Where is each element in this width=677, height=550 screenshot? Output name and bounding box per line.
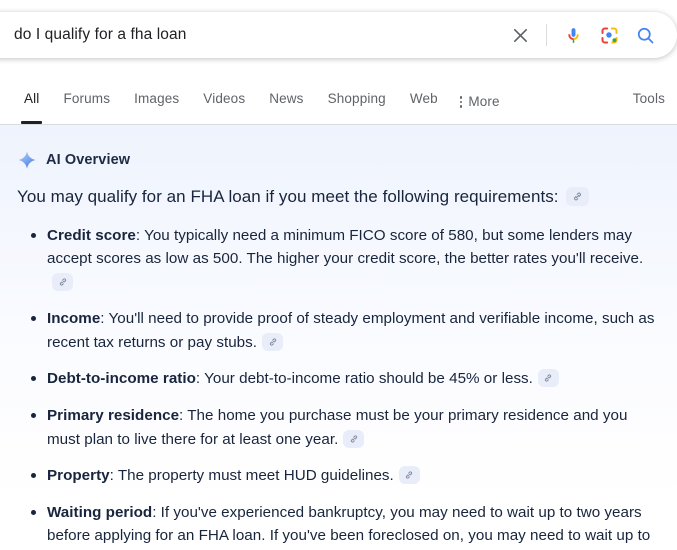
kebab-menu-icon bbox=[459, 96, 463, 108]
list-item: Credit score: You typically need a minim… bbox=[31, 224, 661, 295]
tab-shopping[interactable]: Shopping bbox=[316, 80, 398, 124]
tab-all[interactable]: All bbox=[12, 80, 51, 124]
source-link-chip[interactable] bbox=[343, 429, 365, 448]
tab-forums[interactable]: Forums bbox=[51, 80, 122, 124]
google-lens-icon[interactable] bbox=[591, 17, 627, 53]
list-item-term: Income bbox=[47, 310, 101, 328]
source-link-chip[interactable] bbox=[537, 369, 559, 388]
ai-overview-heading-text: You may qualify for an FHA loan if you m… bbox=[17, 187, 559, 206]
list-item-term: Waiting period bbox=[47, 503, 153, 521]
search-bar-container bbox=[0, 12, 677, 58]
search-bar-divider bbox=[546, 24, 547, 46]
tab-images[interactable]: Images bbox=[122, 80, 191, 124]
list-item-term: Primary residence bbox=[47, 407, 180, 425]
tools-button[interactable]: Tools bbox=[633, 80, 677, 124]
source-link-chip[interactable] bbox=[565, 187, 589, 207]
ai-overview-title: AI Overview bbox=[46, 152, 131, 168]
ai-overview-requirements-list: Credit score: You typically need a minim… bbox=[0, 224, 677, 550]
list-item: Debt-to-income ratio: Your debt-to-incom… bbox=[31, 367, 661, 391]
list-item-text: : The property must meet HUD guidelines. bbox=[109, 467, 394, 485]
list-item: Primary residence: The home you purchase… bbox=[31, 404, 661, 451]
list-item-term: Credit score bbox=[47, 226, 136, 244]
ai-overview-heading: You may qualify for an FHA loan if you m… bbox=[0, 185, 677, 210]
search-bar[interactable] bbox=[0, 12, 677, 58]
microphone-icon[interactable] bbox=[555, 17, 591, 53]
search-filter-tabs: All Forums Images Videos News Shopping W… bbox=[0, 80, 677, 125]
list-item-text: : You'll need to provide proof of steady… bbox=[47, 310, 655, 351]
list-item-text: : Your debt-to-income ratio should be 45… bbox=[195, 370, 533, 388]
tab-web[interactable]: Web bbox=[398, 80, 450, 124]
list-item-term: Property bbox=[47, 467, 110, 485]
tabs-list: All Forums Images Videos News Shopping W… bbox=[0, 80, 512, 124]
ai-overview-header: AI Overview bbox=[0, 125, 677, 169]
search-submit-icon[interactable] bbox=[627, 17, 663, 53]
list-item: Income: You'll need to provide proof of … bbox=[31, 307, 661, 354]
sparkle-icon bbox=[18, 151, 36, 169]
search-bar-actions bbox=[502, 17, 663, 53]
more-filters-label: More bbox=[468, 94, 500, 109]
clear-search-icon[interactable] bbox=[502, 17, 538, 53]
source-link-chip[interactable] bbox=[398, 466, 420, 485]
tab-videos[interactable]: Videos bbox=[191, 80, 257, 124]
source-link-chip[interactable] bbox=[52, 272, 73, 291]
search-input[interactable] bbox=[14, 12, 502, 58]
google-search-results-page: All Forums Images Videos News Shopping W… bbox=[0, 0, 677, 550]
tab-news[interactable]: News bbox=[257, 80, 315, 124]
list-item: Waiting period: If you've experienced ba… bbox=[31, 501, 661, 550]
list-item-text: : You typically need a minimum FICO scor… bbox=[47, 226, 644, 268]
more-filters-button[interactable]: More bbox=[450, 80, 512, 124]
source-link-chip[interactable] bbox=[262, 332, 283, 351]
list-item-term: Debt-to-income ratio bbox=[47, 370, 196, 388]
list-item: Property: The property must meet HUD gui… bbox=[31, 464, 661, 488]
ai-overview-panel: AI Overview You may qualify for an FHA l… bbox=[0, 125, 677, 550]
